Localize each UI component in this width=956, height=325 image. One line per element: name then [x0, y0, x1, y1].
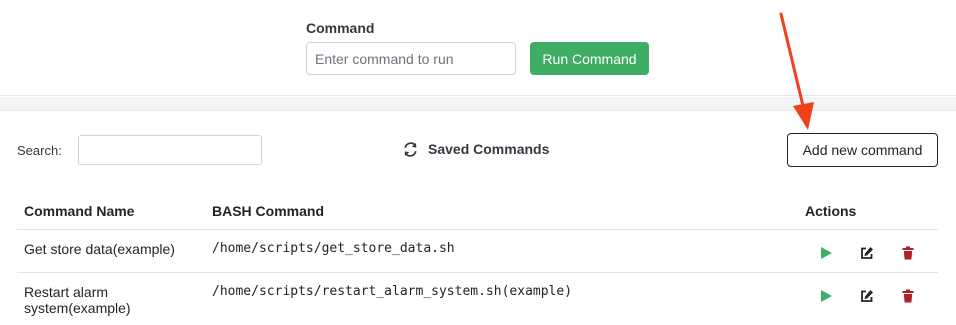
run-action-button[interactable] [805, 244, 846, 262]
annotation-arrow [779, 12, 814, 130]
table-header-row: Command Name BASH Command Actions [17, 193, 938, 230]
column-header-bash: BASH Command [205, 193, 798, 230]
play-icon [820, 246, 832, 259]
commands-table: Command Name BASH Command Actions Get st… [17, 193, 938, 325]
add-new-command-button[interactable]: Add new command [787, 133, 938, 167]
edit-action-button[interactable] [846, 244, 887, 262]
trash-icon [902, 289, 913, 302]
run-action-button[interactable] [805, 287, 846, 305]
table-row: Restart alarm system(example) /home/scri… [17, 272, 938, 325]
play-icon [820, 289, 832, 302]
column-header-actions: Actions [798, 193, 938, 230]
run-command-button[interactable]: Run Command [530, 42, 649, 75]
delete-action-button[interactable] [887, 244, 928, 262]
edit-action-button[interactable] [846, 287, 887, 305]
trash-icon [902, 246, 913, 259]
column-header-name: Command Name [17, 193, 205, 230]
actions-cell [798, 272, 938, 325]
command-label: Command [306, 20, 375, 36]
table-row: Get store data(example) /home/scripts/ge… [17, 229, 938, 273]
command-name-cell: Get store data(example) [17, 229, 205, 273]
command-input[interactable] [306, 42, 516, 75]
saved-commands-title: Saved Commands [428, 141, 550, 157]
bash-command-cell: /home/scripts/get_store_data.sh [205, 229, 798, 273]
edit-icon [860, 289, 873, 302]
refresh-icon [404, 141, 417, 157]
command-name-cell: Restart alarm system(example) [17, 272, 205, 325]
edit-icon [860, 246, 873, 259]
search-input[interactable] [78, 135, 262, 165]
saved-commands-refresh[interactable]: Saved Commands [403, 141, 549, 157]
actions-cell [798, 229, 938, 273]
bash-command-cell: /home/scripts/restart_alarm_system.sh(ex… [205, 272, 798, 325]
search-label: Search: [17, 143, 62, 158]
delete-action-button[interactable] [887, 287, 928, 305]
